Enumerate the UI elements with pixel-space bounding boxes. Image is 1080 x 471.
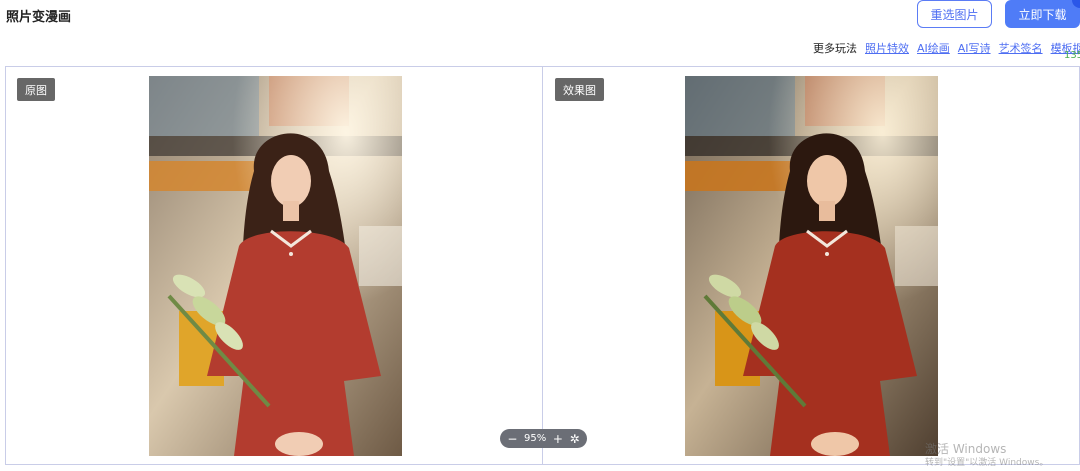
link-photo-effects[interactable]: 照片特效 [865,40,909,55]
result-tag: 效果图 [555,78,604,101]
reset-icon[interactable]: ✲ [570,432,580,446]
original-tag: 原图 [17,78,55,101]
watermark-line1: 激活 Windows [925,442,1007,456]
link-ai-poetry[interactable]: AI写诗 [958,40,991,55]
watermark-line2: 转到"设置"以激活 Windows。 [925,458,1049,468]
zoom-out-button[interactable]: − [507,432,517,446]
compare-panel: 原图 效果图 − 95% + ✲ [5,66,1080,465]
original-photo [149,76,402,456]
more-features-row: 更多玩法 照片特效 AI绘画 AI写诗 艺术签名 模板抠图 [813,40,1080,55]
windows-activation-watermark: 激活 Windows 转到"设置"以激活 Windows。 [925,442,1048,470]
zoom-in-button[interactable]: + [553,432,563,446]
page-title: 照片变漫画 [6,10,72,25]
clipped-number: 135 [1064,50,1080,61]
result-photo [685,76,938,456]
link-art-signature[interactable]: 艺术签名 [999,40,1043,55]
link-ai-painting[interactable]: AI绘画 [917,40,950,55]
compare-divider[interactable] [542,67,543,464]
zoom-control: − 95% + ✲ [500,429,587,448]
more-features-label: 更多玩法 [813,42,857,55]
zoom-level: 95% [524,433,547,444]
reselect-image-button[interactable]: 重选图片 [917,0,992,28]
download-button[interactable]: 立即下载 [1005,0,1080,28]
